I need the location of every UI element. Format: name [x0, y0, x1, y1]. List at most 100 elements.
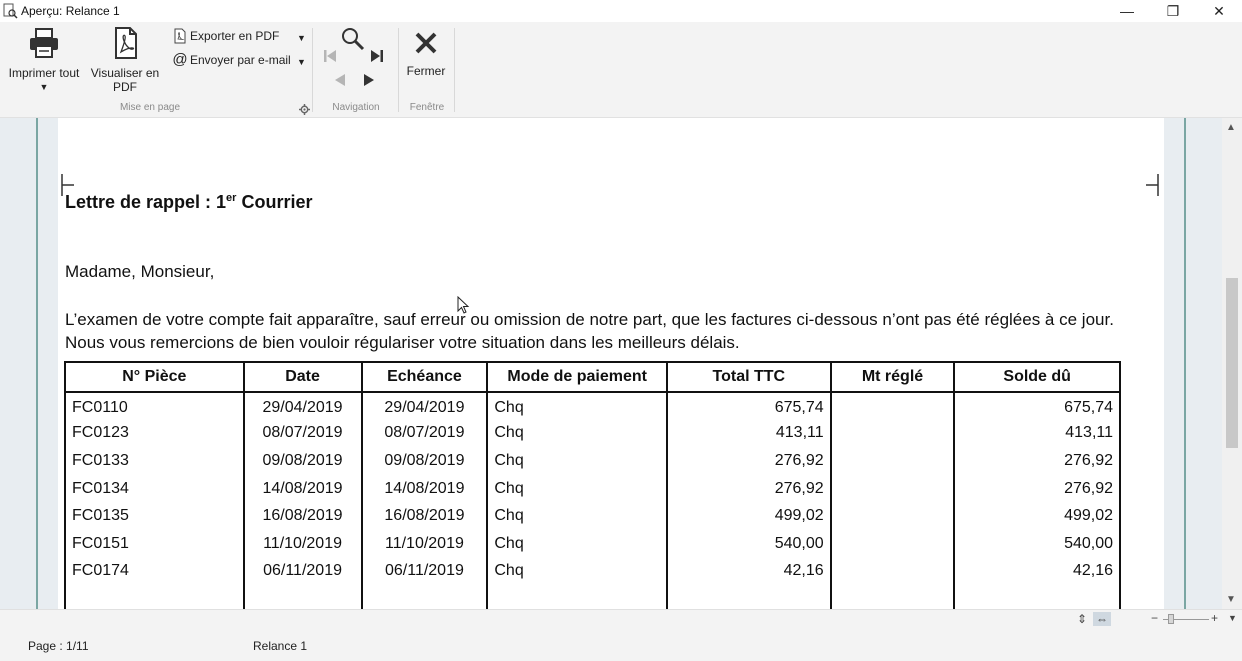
export-pdf-label: Exporter en PDF: [190, 29, 280, 43]
minimize-button[interactable]: —: [1104, 0, 1150, 22]
group-label-mise-en-page: Mise en page: [119, 102, 181, 113]
cell-date: 29/04/2019: [242, 392, 363, 420]
mouse-cursor-icon: [457, 296, 470, 314]
salutation: Madame, Monsieur,: [65, 262, 215, 281]
letter-paragraph: L’examen de votre compte fait apparaître…: [65, 310, 1114, 352]
chevron-down-icon: ▼: [39, 82, 49, 92]
cell-piece: FC0134: [64, 474, 245, 503]
cell-total: 540,00: [666, 529, 832, 558]
cell-solde: 276,92: [953, 447, 1121, 475]
printer-icon: [30, 28, 58, 58]
cell-date: 11/10/2019: [242, 529, 363, 558]
ribbon: Imprimer tout ▼ Visualiser en PDF Export…: [0, 22, 1242, 118]
window-title: Aperçu: Relance 1: [21, 4, 120, 18]
cell-echeance: 08/07/2019: [360, 419, 489, 448]
cell-date: 06/11/2019: [242, 557, 363, 586]
page-edge-left: [36, 118, 38, 609]
col-header-piece: N° Pièce: [64, 361, 245, 393]
col-header-solde-du: Solde dû: [953, 361, 1121, 393]
fit-width-icon[interactable]: ⇔: [1093, 612, 1111, 626]
col-header-echeance: Echéance: [360, 361, 489, 393]
view-pdf-label-line2: PDF: [113, 80, 137, 94]
close-window-button[interactable]: ✕: [1196, 0, 1242, 22]
cell-echeance: 16/08/2019: [360, 502, 489, 530]
group-label-navigation: Navigation: [332, 102, 380, 113]
magnifier-icon[interactable]: [340, 26, 366, 52]
report-name: Relance 1: [253, 639, 308, 653]
page-edge-right: [1184, 118, 1186, 609]
print-all-button[interactable]: Imprimer tout ▼: [6, 26, 82, 94]
restore-button[interactable]: ❐: [1150, 0, 1196, 22]
cell-echeance: 06/11/2019: [360, 557, 489, 586]
cell-piece: FC0123: [64, 419, 245, 448]
cell-regle: [829, 474, 956, 503]
first-page-icon[interactable]: [322, 48, 338, 64]
cell-piece: FC0110: [64, 392, 245, 420]
close-x-icon: [415, 32, 437, 54]
cell-total: 675,74: [666, 392, 832, 420]
view-pdf-button[interactable]: Visualiser en PDF: [88, 26, 162, 94]
col-header-date: Date: [242, 361, 363, 393]
table-row: FC0133 09/08/2019 09/08/2019 Chq 276,92 …: [64, 447, 1121, 475]
last-page-icon[interactable]: [369, 48, 385, 64]
col-header-mode-paiement: Mode de paiement: [486, 361, 669, 393]
cell-date: 16/08/2019: [242, 502, 363, 530]
table-row: FC0135 16/08/2019 16/08/2019 Chq 499,02 …: [64, 502, 1121, 530]
cell-solde: 540,00: [953, 529, 1121, 558]
scroll-up-icon[interactable]: ▲: [1226, 122, 1236, 133]
print-all-label: Imprimer tout: [8, 66, 80, 80]
zoom-out-button[interactable]: −: [1151, 611, 1158, 625]
title-bar: Aperçu: Relance 1 — ❐ ✕: [0, 0, 1242, 22]
close-preview-button[interactable]: Fermer: [402, 30, 450, 78]
fit-height-icon[interactable]: ⇕: [1077, 612, 1087, 626]
cell-date: 14/08/2019: [242, 474, 363, 503]
table-row: FC0110 29/04/2019 29/04/2019 Chq 675,74 …: [64, 392, 1121, 420]
cell-mode: Chq: [486, 474, 669, 503]
email-dropdown-arrow[interactable]: ▼: [297, 57, 306, 67]
next-page-icon[interactable]: [361, 72, 377, 88]
cell-mode: Chq: [486, 502, 669, 530]
cell-regle: [829, 447, 956, 475]
cell-regle: [829, 419, 956, 448]
gear-icon[interactable]: [299, 104, 310, 115]
table-row-spacer: [64, 585, 1121, 609]
group-label-fenetre: Fenêtre: [409, 102, 445, 113]
cell-total: 499,02: [666, 502, 832, 530]
view-pdf-label-line1: Visualiser en: [90, 66, 160, 80]
cell-total: 413,11: [666, 419, 832, 448]
cell-total: 42,16: [666, 557, 832, 586]
cell-regle: [829, 392, 956, 420]
cell-solde: 675,74: [953, 392, 1121, 420]
table-row: FC0123 08/07/2019 08/07/2019 Chq 413,11 …: [64, 419, 1121, 448]
send-email-button[interactable]: @ Envoyer par e-mail: [172, 51, 290, 68]
cell-piece: FC0135: [64, 502, 245, 530]
cell-mode: Chq: [486, 392, 669, 420]
export-dropdown-arrow[interactable]: ▼: [297, 33, 306, 43]
cell-mode: Chq: [486, 529, 669, 558]
letter-title: Lettre de rappel : 1er Courrier: [65, 192, 313, 212]
zoom-in-button[interactable]: +: [1211, 611, 1218, 625]
cell-echeance: 11/10/2019: [360, 529, 489, 558]
scroll-down-small-icon[interactable]: ▼: [1228, 613, 1237, 623]
col-header-mt-regle: Mt réglé: [829, 361, 956, 393]
cell-date: 08/07/2019: [242, 419, 363, 448]
cell-total: 276,92: [666, 447, 832, 475]
scroll-thumb[interactable]: [1226, 278, 1238, 448]
cell-echeance: 14/08/2019: [360, 474, 489, 503]
pdf-icon: [115, 27, 137, 59]
table-row: FC0151 11/10/2019 11/10/2019 Chq 540,00 …: [64, 529, 1121, 558]
scroll-down-icon[interactable]: ▼: [1226, 594, 1236, 605]
cell-mode: Chq: [486, 557, 669, 586]
cell-regle: [829, 557, 956, 586]
export-pdf-button[interactable]: Exporter en PDF: [172, 28, 279, 44]
zoom-slider-thumb[interactable]: [1168, 614, 1174, 624]
preview-app-icon: [3, 3, 18, 19]
invoice-table: N° Pièce Date Echéance Mode de paiement …: [64, 361, 1121, 609]
cell-regle: [829, 529, 956, 558]
col-header-total-ttc: Total TTC: [666, 361, 832, 393]
vertical-scrollbar[interactable]: ▲ ▼: [1222, 118, 1242, 609]
cell-mode: Chq: [486, 419, 669, 448]
at-icon: @: [172, 51, 188, 68]
status-bar: Page : 1/11 Relance 1 ⇕ ⇔ − + ▼: [0, 609, 1242, 661]
previous-page-icon[interactable]: [332, 72, 348, 88]
